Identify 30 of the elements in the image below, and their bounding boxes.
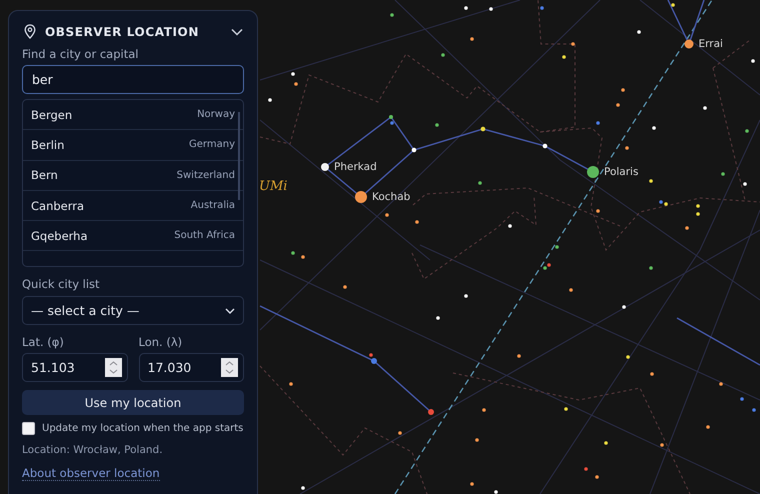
field-label: Quick city list [22,277,101,291]
country-name: Germany [189,139,235,150]
star-label: Kochab [372,190,410,205]
number-field[interactable]: 51.103 [22,353,128,382]
checkbox-label: Update my location when the app starts [42,423,244,434]
country-name: Australia [190,200,235,212]
city-name: Gqeberha [31,228,88,243]
field-label: Find a city or capital [22,47,140,61]
city-name: Bern [31,168,58,182]
city-select[interactable]: — select a city — [22,296,244,325]
city-name: Berlin [31,138,64,152]
star-label: Polaris [604,165,638,180]
about-link[interactable]: About observer location [22,466,160,481]
constellation-label: UMi [259,179,288,194]
panel-title: OBSERVER LOCATION [45,24,200,38]
star-label: Pherkad [334,160,377,175]
city-name: Bergen [31,108,72,122]
city-result[interactable]: Canberra Australia [23,190,243,222]
country-name: South Africa [174,230,235,242]
field-label: Lon. (λ) [138,335,184,349]
location-text: Location: Wrocław, Poland. [22,444,164,456]
star-label: Errai [698,37,723,52]
use-location-button[interactable]: Use my location [22,390,244,415]
search-field[interactable]: ber [22,65,244,94]
country-name: Norway [197,109,235,120]
field-label: Lat. (φ) [22,335,65,349]
country-name: Switzerland [176,170,235,181]
city-name: Canberra [31,198,84,213]
city-result[interactable]: Gqeberha South Africa [23,221,243,252]
number-field[interactable]: 17.030 [138,353,244,382]
